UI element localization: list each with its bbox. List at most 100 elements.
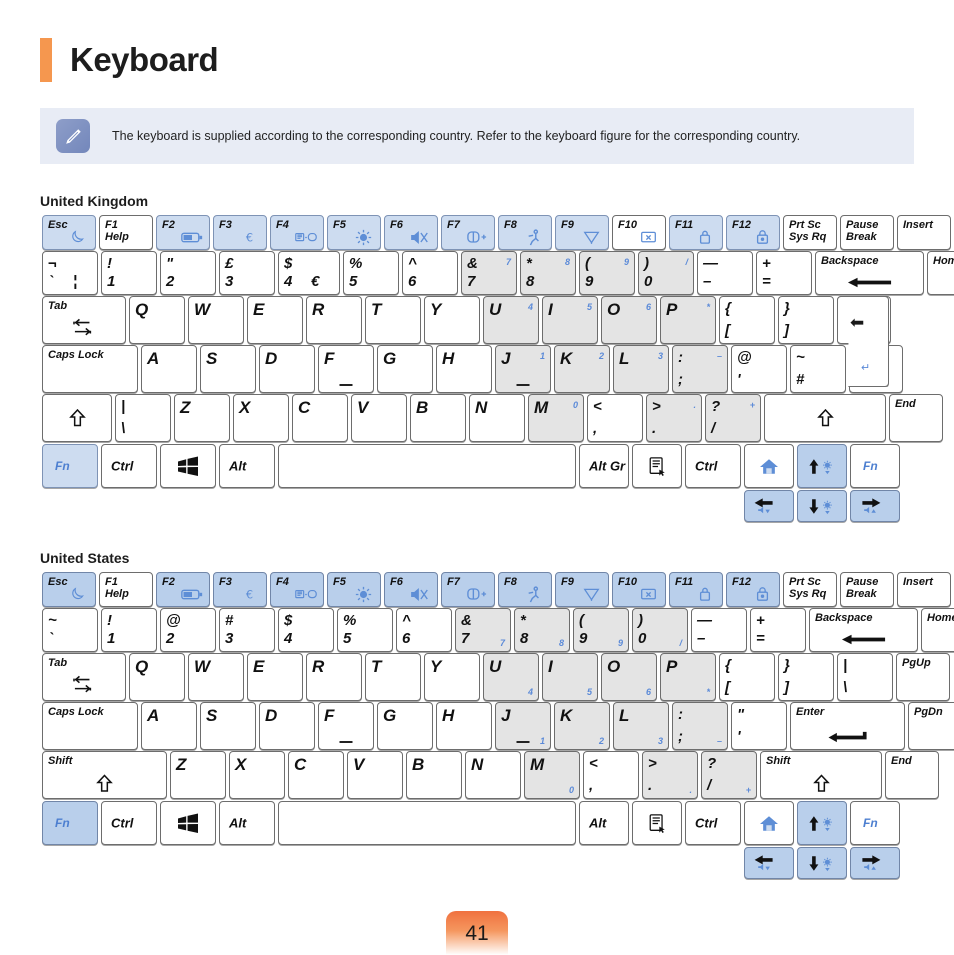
key-uk-c[interactable]: C: [292, 394, 348, 442]
key-uk-hash[interactable]: ~ #: [790, 345, 846, 393]
key-uk-f4[interactable]: F4: [270, 215, 324, 250]
key-uk-fn-right[interactable]: Fn: [850, 444, 900, 488]
key-uk-7[interactable]: & 7 7: [461, 251, 517, 295]
key-us-period[interactable]: >..: [642, 751, 698, 799]
key-us-minus[interactable]: — –: [691, 608, 747, 652]
key-uk-t[interactable]: T: [365, 296, 421, 344]
key-us-w[interactable]: W: [188, 653, 244, 701]
key-us-i[interactable]: I5: [542, 653, 598, 701]
key-uk-l[interactable]: L3: [613, 345, 669, 393]
key-uk-f2[interactable]: F2: [156, 215, 210, 250]
key-us-backslash[interactable]: | \: [837, 653, 893, 701]
key-uk-backslash[interactable]: | \: [115, 394, 171, 442]
key-uk-5[interactable]: % 5: [343, 251, 399, 295]
key-uk-win[interactable]: [160, 444, 216, 488]
key-uk-insert[interactable]: Insert: [897, 215, 951, 250]
key-us-9[interactable]: (9 9: [573, 608, 629, 652]
key-uk-f11[interactable]: F11: [669, 215, 723, 250]
key-uk-1[interactable]: ! 1: [101, 251, 157, 295]
key-us-a[interactable]: A: [141, 702, 197, 750]
key-uk-8[interactable]: * 8 8: [520, 251, 576, 295]
key-us-t[interactable]: T: [365, 653, 421, 701]
key-us-f10[interactable]: F10: [612, 572, 666, 607]
key-uk-f12[interactable]: F12: [726, 215, 780, 250]
key-uk-e[interactable]: E: [247, 296, 303, 344]
key-uk-shift-right[interactable]: [764, 394, 886, 442]
key-uk-6[interactable]: ^ 6: [402, 251, 458, 295]
key-us-5[interactable]: % 5: [337, 608, 393, 652]
key-us-capslock[interactable]: Caps Lock: [42, 702, 138, 750]
key-uk-f8[interactable]: F8: [498, 215, 552, 250]
key-us-prtsc[interactable]: Prt Sc Sys Rq: [783, 572, 837, 607]
key-us-c[interactable]: C: [288, 751, 344, 799]
key-us-4[interactable]: $4: [278, 608, 334, 652]
key-us-semicolon[interactable]: :; –: [672, 702, 728, 750]
key-uk-3[interactable]: £3: [219, 251, 275, 295]
key-uk-bracket-right[interactable]: }]: [778, 296, 834, 344]
key-uk-4[interactable]: $4 €: [278, 251, 340, 295]
key-us-ctrl-right[interactable]: Ctrl: [685, 801, 741, 845]
key-us-m[interactable]: M0: [524, 751, 580, 799]
key-us-f[interactable]: F: [318, 702, 374, 750]
key-uk-f1[interactable]: F1 Help: [99, 215, 153, 250]
key-uk-f10[interactable]: F10: [612, 215, 666, 250]
key-uk-shift-left[interactable]: [42, 394, 112, 442]
key-uk-r[interactable]: R: [306, 296, 362, 344]
key-us-slash[interactable]: ? / +: [701, 751, 757, 799]
key-uk-esc[interactable]: Esc: [42, 215, 96, 250]
key-us-q[interactable]: Q: [129, 653, 185, 701]
key-us-v[interactable]: V: [347, 751, 403, 799]
key-uk-a[interactable]: A: [141, 345, 197, 393]
key-us-f5[interactable]: F5: [327, 572, 381, 607]
key-uk-9[interactable]: (9 9: [579, 251, 635, 295]
key-uk-f9[interactable]: F9: [555, 215, 609, 250]
key-us-f4[interactable]: F4: [270, 572, 324, 607]
key-us-space[interactable]: [278, 801, 576, 845]
key-uk-bracket-left[interactable]: {[: [719, 296, 775, 344]
key-us-e[interactable]: E: [247, 653, 303, 701]
key-uk-n[interactable]: N: [469, 394, 525, 442]
key-us-b[interactable]: B: [406, 751, 462, 799]
key-uk-semicolon[interactable]: :; –: [672, 345, 728, 393]
key-us-alt-left[interactable]: Alt: [219, 801, 275, 845]
key-us-p[interactable]: P *: [660, 653, 716, 701]
key-us-d[interactable]: D: [259, 702, 315, 750]
key-uk-i[interactable]: I5: [542, 296, 598, 344]
key-uk-period[interactable]: >..: [646, 394, 702, 442]
key-uk-k[interactable]: K2: [554, 345, 610, 393]
key-us-shift-right[interactable]: Shift: [760, 751, 882, 799]
key-uk-arrow-down[interactable]: [797, 490, 847, 522]
key-uk-f5[interactable]: F5: [327, 215, 381, 250]
key-us-win[interactable]: [160, 801, 216, 845]
key-uk-d[interactable]: D: [259, 345, 315, 393]
key-uk-comma[interactable]: <,: [587, 394, 643, 442]
key-us-x[interactable]: X: [229, 751, 285, 799]
key-us-arrow-right[interactable]: [850, 847, 900, 879]
key-uk-apostrophe[interactable]: @ ': [731, 345, 787, 393]
key-us-f2[interactable]: F2: [156, 572, 210, 607]
key-us-y[interactable]: Y: [424, 653, 480, 701]
key-us-z[interactable]: Z: [170, 751, 226, 799]
key-uk-ctrl-right[interactable]: Ctrl: [685, 444, 741, 488]
key-us-pgup[interactable]: PgUp: [896, 653, 950, 701]
key-us-end[interactable]: End: [885, 751, 939, 799]
key-us-f9[interactable]: F9: [555, 572, 609, 607]
key-us-k[interactable]: K2: [554, 702, 610, 750]
key-uk-minus[interactable]: — –: [697, 251, 753, 295]
key-uk-menu[interactable]: [632, 444, 682, 488]
key-us-r[interactable]: R: [306, 653, 362, 701]
key-us-6[interactable]: ^ 6: [396, 608, 452, 652]
key-us-3[interactable]: #3: [219, 608, 275, 652]
key-us-0[interactable]: ) 0 /: [632, 608, 688, 652]
key-uk-end[interactable]: End: [889, 394, 943, 442]
key-uk-f6[interactable]: F6: [384, 215, 438, 250]
key-us-l[interactable]: L3: [613, 702, 669, 750]
key-us-s[interactable]: S: [200, 702, 256, 750]
key-uk-w[interactable]: W: [188, 296, 244, 344]
key-uk-equals[interactable]: + =: [756, 251, 812, 295]
key-us-h[interactable]: H: [436, 702, 492, 750]
key-uk-capslock[interactable]: Caps Lock: [42, 345, 138, 393]
key-uk-f3[interactable]: F3 €: [213, 215, 267, 250]
key-us-arrow-left[interactable]: [744, 847, 794, 879]
key-us-f11[interactable]: F11: [669, 572, 723, 607]
